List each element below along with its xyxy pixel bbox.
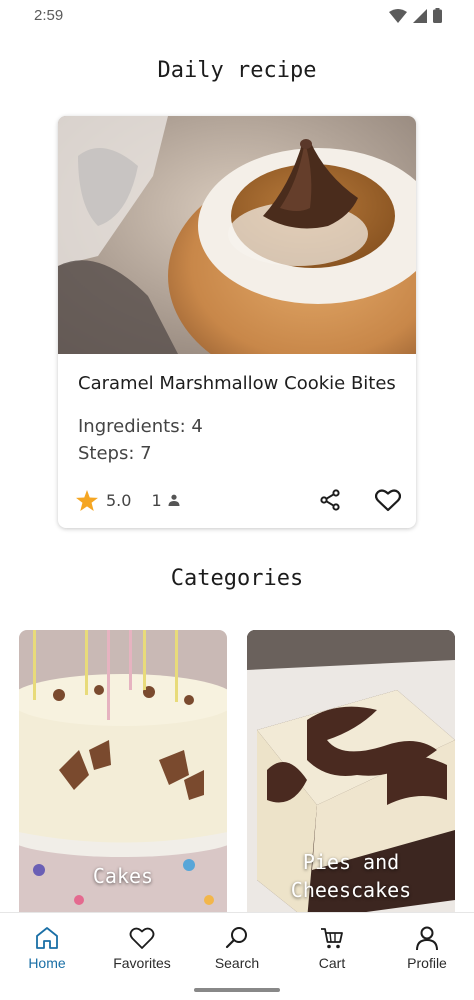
person-small-icon: [168, 494, 180, 506]
favorite-button[interactable]: [373, 486, 403, 514]
nav-favorites-label: Favorites: [113, 955, 171, 971]
nav-cart-label: Cart: [318, 955, 346, 971]
nav-search[interactable]: Search: [190, 925, 284, 971]
nav-profile[interactable]: Profile: [380, 925, 474, 971]
status-time: 2:59: [34, 7, 64, 24]
review-count: 1: [151, 490, 162, 510]
recipe-steps: Steps: 7: [78, 443, 152, 464]
nav-search-label: Search: [214, 955, 260, 971]
share-button[interactable]: [316, 486, 344, 514]
category-label-cakes: Cakes: [92, 864, 154, 888]
recipe-name: Caramel Marshmallow Cookie Bites: [78, 373, 396, 394]
category-label-pies: Pies and Cheescakes: [247, 848, 455, 904]
rating-value: 5.0: [106, 490, 132, 510]
status-bar: 2:59: [0, 0, 474, 32]
daily-recipe-title: Daily recipe: [157, 58, 317, 83]
daily-recipe-card[interactable]: Caramel Marshmallow Cookie Bites Ingredi…: [58, 116, 416, 528]
home-indicator[interactable]: [194, 988, 280, 992]
cart-icon: [321, 928, 343, 949]
rating-row: 5.0 1: [76, 488, 180, 512]
heart-outline-icon: [375, 489, 401, 512]
status-icons: [389, 8, 442, 23]
signal-icon: [413, 8, 427, 23]
bottom-nav: Home Favorites Search Cart Profile: [0, 912, 474, 1000]
heart-icon: [129, 927, 155, 949]
nav-home[interactable]: Home: [0, 925, 94, 971]
recipe-image: [58, 116, 416, 354]
person-icon: [416, 926, 438, 951]
battery-icon: [433, 8, 442, 23]
category-card-cakes[interactable]: Cakes: [19, 630, 227, 920]
nav-favorites[interactable]: Favorites: [95, 925, 189, 971]
category-card-pies-cheesecakes[interactable]: Pies and Cheescakes: [247, 630, 455, 920]
search-icon: [225, 927, 247, 949]
recipe-ingredients: Ingredients: 4: [78, 416, 203, 437]
share-icon: [320, 489, 340, 511]
categories-title: Categories: [170, 566, 304, 591]
category-label-pies-line1: Pies and: [302, 850, 400, 874]
nav-home-label: Home: [28, 955, 66, 971]
nav-profile-label: Profile: [407, 955, 447, 971]
home-icon: [36, 927, 58, 949]
nav-cart[interactable]: Cart: [285, 925, 379, 971]
star-icon: [76, 489, 98, 511]
category-label-pies-line2: Cheescakes: [290, 878, 412, 902]
wifi-icon: [389, 8, 407, 23]
